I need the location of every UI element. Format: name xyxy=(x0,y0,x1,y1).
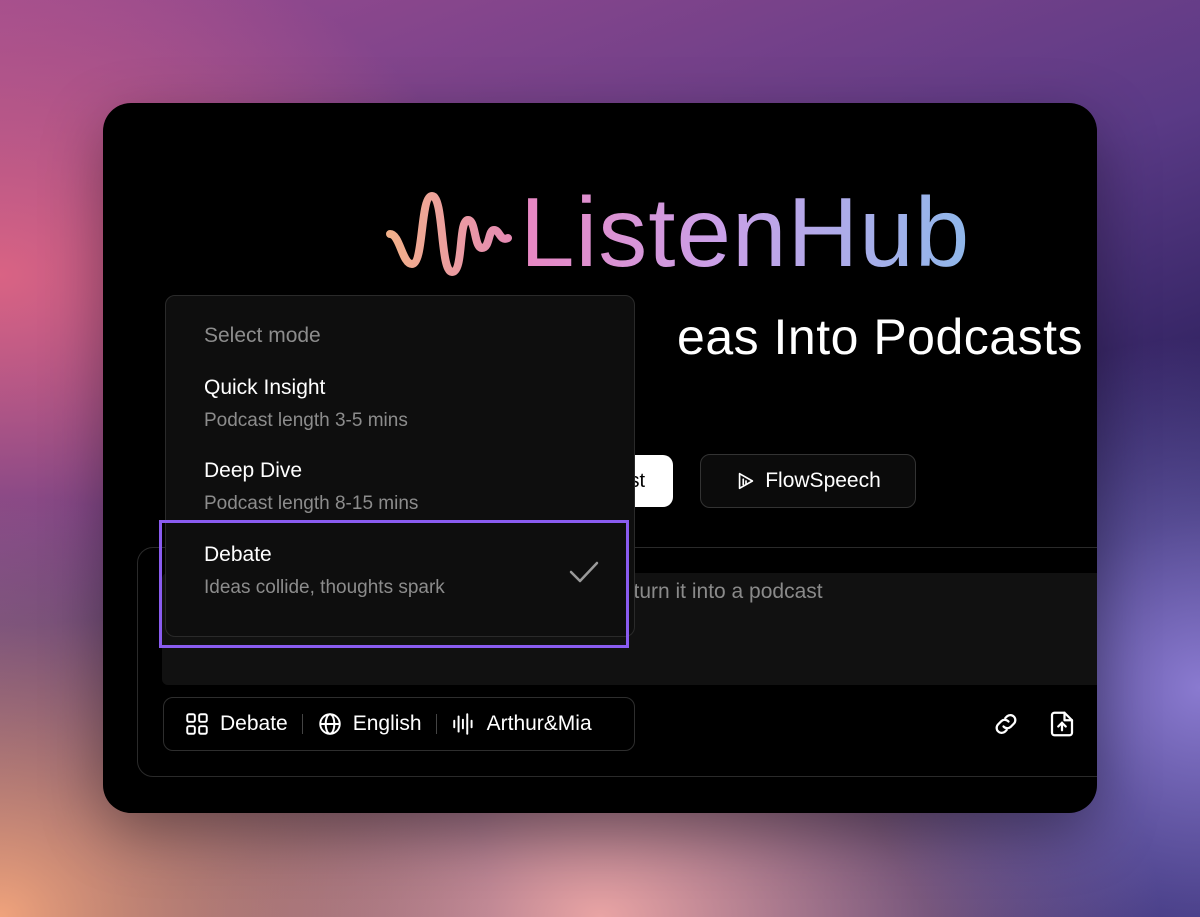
dropdown-header: Select mode xyxy=(204,324,321,347)
mode-selector[interactable]: Debate xyxy=(184,711,288,737)
upload-icon[interactable] xyxy=(1047,709,1077,739)
link-icon[interactable] xyxy=(991,709,1021,739)
mode-option-quick-insight[interactable]: Quick Insight Podcast length 3-5 mins xyxy=(204,376,408,432)
app-window: ListenHub eas Into Podcasts st FlowSpeec… xyxy=(103,103,1097,813)
flowspeech-button[interactable]: FlowSpeech xyxy=(700,454,916,508)
settings-bar: Debate English Arthur&Mia xyxy=(163,697,635,751)
selected-option-highlight xyxy=(159,520,629,648)
prompt-placeholder: l turn it into a podcast xyxy=(623,580,823,603)
wave-logo-icon xyxy=(386,192,512,276)
mode-option-deep-dive[interactable]: Deep Dive Podcast length 8-15 mins xyxy=(204,459,418,515)
flowspeech-icon xyxy=(738,472,754,490)
mode-option-subtitle: Podcast length 3-5 mins xyxy=(204,410,408,431)
mode-option-title: Quick Insight xyxy=(204,376,326,399)
divider xyxy=(301,714,303,734)
mode-option-subtitle: Podcast length 8-15 mins xyxy=(204,493,419,514)
globe-icon xyxy=(318,713,341,735)
divider xyxy=(435,714,437,734)
audio-bars-icon xyxy=(452,713,473,735)
grid-icon xyxy=(186,713,208,735)
mode-selector-label: Debate xyxy=(220,712,288,735)
check-icon xyxy=(569,561,599,583)
brand-name: ListenHub xyxy=(520,177,971,287)
brand-logo: ListenHub xyxy=(386,183,970,281)
language-selector-label: English xyxy=(352,712,422,735)
voice-selector[interactable]: Arthur&Mia xyxy=(451,711,592,737)
language-selector[interactable]: English xyxy=(317,711,422,737)
mode-option-title: Deep Dive xyxy=(204,459,303,482)
flowspeech-label: FlowSpeech xyxy=(765,469,881,492)
voice-selector-label: Arthur&Mia xyxy=(486,712,592,735)
